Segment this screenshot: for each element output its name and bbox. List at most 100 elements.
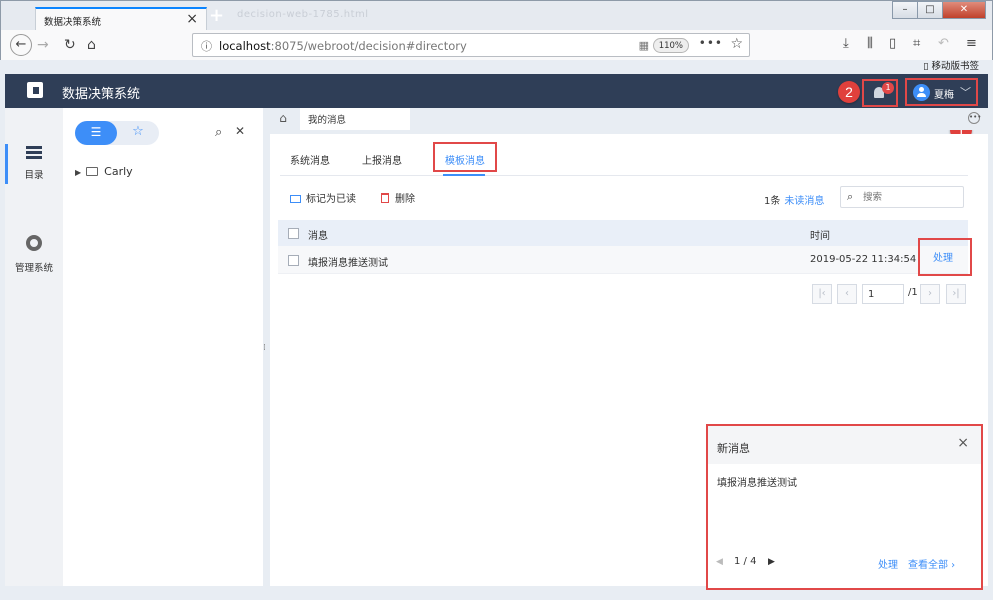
next-message-icon[interactable]: ▶ xyxy=(768,557,775,567)
browser-titlebar: 数据决策系统 × + decision-web-1785.html – □ ✕ xyxy=(0,0,993,31)
popup-process-link[interactable]: 处理 xyxy=(878,556,898,571)
close-window-button[interactable]: ✕ xyxy=(942,1,986,19)
folder-icon xyxy=(86,167,99,176)
tab-report-messages[interactable]: 上报消息 xyxy=(362,152,402,167)
envelope-icon xyxy=(290,195,301,203)
delete-label: 删除 xyxy=(395,194,415,205)
prev-message-icon[interactable]: ◀ xyxy=(716,557,723,567)
mobile-bookmarks[interactable]: ▯ 移动版书签 xyxy=(923,58,979,72)
home-tab-icon[interactable]: ⌂ xyxy=(270,108,296,130)
favorites-star-icon[interactable]: ☆ xyxy=(117,121,159,145)
notification-button[interactable]: 1 xyxy=(862,79,898,107)
popup-title: 新消息 xyxy=(717,442,750,455)
home-icon[interactable]: ⌂ xyxy=(87,34,96,56)
browser-navbar: ← → ↻ ⌂ ⓘ localhost:8075/webroot/decisio… xyxy=(0,30,993,60)
page-total: /1 xyxy=(908,287,918,298)
view-all-link[interactable]: 查看全部 › xyxy=(908,556,955,571)
column-header-time: 时间 xyxy=(810,231,830,242)
table-row[interactable]: 填报消息推送测试 2019-05-22 11:34:54 处理 xyxy=(278,238,972,276)
mobile-bookmarks-label: 移动版书签 xyxy=(931,61,979,72)
page-number-input[interactable] xyxy=(862,284,904,304)
search-icon[interactable]: ⌕ xyxy=(215,125,222,140)
view-toggle: ☰ ☆ xyxy=(75,121,159,145)
tab-template-messages[interactable]: 模板消息 xyxy=(445,152,485,167)
url-bar[interactable]: ⓘ localhost:8075/webroot/decision#direct… xyxy=(192,33,750,57)
trash-icon xyxy=(381,193,389,203)
select-all-checkbox[interactable] xyxy=(288,228,299,239)
tab-system-messages[interactable]: 系统消息 xyxy=(290,152,330,167)
minimize-button[interactable]: – xyxy=(892,1,918,19)
more-tabs-icon[interactable]: ••• xyxy=(968,112,981,124)
unread-messages-link[interactable]: 未读消息 xyxy=(784,196,824,207)
table-header: 消息 时间 xyxy=(278,220,968,246)
last-page-button[interactable]: ›| xyxy=(946,284,966,304)
url-path: :8075/webroot/decision#directory xyxy=(270,39,467,53)
screenshot-icon[interactable]: ⌗ xyxy=(913,36,920,51)
process-highlight: 处理 xyxy=(918,238,972,276)
mark-read-label: 标记为已读 xyxy=(306,194,356,205)
popup-footer: ◀ 1 / 4 ▶ 处理 查看全部 › xyxy=(708,554,981,574)
rail-item-label: 管理系统 xyxy=(14,263,53,274)
close-icon[interactable]: × xyxy=(957,435,969,451)
panel-resize-handle[interactable]: ⁞ xyxy=(263,343,266,353)
list-view-button[interactable]: ☰ xyxy=(75,121,117,145)
page-actions-icon[interactable]: ••• xyxy=(699,36,723,50)
pin-icon[interactable]: ✕ xyxy=(235,124,245,138)
message-tabs: 系统消息 上报消息 模板消息 xyxy=(280,142,968,176)
back-icon[interactable]: ← xyxy=(10,34,32,56)
zoom-level[interactable]: 110% xyxy=(652,38,689,53)
browser-tab-title: 数据决策系统 xyxy=(44,17,102,28)
new-message-popup: 新消息 × 填报消息推送测试 ◀ 1 / 4 ▶ 处理 查看全部 › xyxy=(706,424,983,590)
undo-icon[interactable]: ↶ xyxy=(938,36,949,51)
library-icon[interactable]: ⫼ xyxy=(867,36,873,51)
download-icon[interactable]: ⤓ xyxy=(843,36,849,51)
rail-item-label: 目录 xyxy=(24,170,44,181)
tree-node[interactable]: ▶ Carly xyxy=(75,165,133,178)
maximize-button[interactable]: □ xyxy=(917,1,943,19)
search-icon: ⌕ xyxy=(847,190,854,203)
url-text[interactable]: localhost:8075/webroot/decision#director… xyxy=(219,39,467,53)
app-title: 数据决策系统 xyxy=(62,87,141,102)
rail-item-directory[interactable]: 目录 xyxy=(5,146,63,181)
reload-icon[interactable]: ↻ xyxy=(64,34,76,56)
row-time: 2019-05-22 11:34:54 xyxy=(810,254,917,265)
next-page-button[interactable]: › xyxy=(920,284,940,304)
phone-icon: ▯ xyxy=(923,61,929,72)
process-link[interactable]: 处理 xyxy=(933,249,953,264)
window-controls: – □ ✕ xyxy=(892,1,986,21)
active-tab-underline xyxy=(443,174,485,176)
browser-tab[interactable]: 数据决策系统 × xyxy=(35,7,207,31)
unread-summary: 1条 未读消息 xyxy=(764,192,824,207)
first-page-button[interactable]: |‹ xyxy=(812,284,832,304)
content-tabstrip: ⌂ 我的消息 ••• xyxy=(270,108,988,130)
row-checkbox[interactable] xyxy=(288,255,299,266)
bookmark-star-icon[interactable]: ☆ xyxy=(730,36,743,52)
user-menu[interactable]: 夏梅 ﹀ xyxy=(905,78,978,106)
search-box[interactable]: ⌕ xyxy=(840,186,964,208)
avatar xyxy=(913,84,930,101)
new-tab-button[interactable]: + xyxy=(209,5,224,26)
forward-icon[interactable]: → xyxy=(37,34,49,56)
search-input[interactable] xyxy=(863,189,959,205)
ghost-tab-title: decision-web-1785.html xyxy=(237,9,369,20)
directory-panel: ☰ ☆ ⌕ ✕ ▶ Carly xyxy=(63,108,263,586)
delete-button[interactable]: 删除 xyxy=(381,190,415,205)
messages-table: 消息 时间 填报消息推送测试 2019-05-22 11:34:54 处理 xyxy=(278,220,972,276)
info-icon[interactable]: ⓘ xyxy=(201,38,212,54)
close-tab-icon[interactable]: × xyxy=(186,11,198,27)
tree-node-label: Carly xyxy=(104,165,133,178)
expand-arrow-icon[interactable]: ▶ xyxy=(75,168,81,177)
prev-page-button[interactable]: ‹ xyxy=(837,284,857,304)
menu-icon[interactable]: ≡ xyxy=(966,36,977,51)
column-header-message: 消息 xyxy=(308,231,328,242)
tab-my-messages[interactable]: 我的消息 xyxy=(300,108,410,130)
callout-2: 2 xyxy=(838,81,860,103)
popup-message[interactable]: 填报消息推送测试 xyxy=(717,474,797,489)
rail-item-management[interactable]: 管理系统 xyxy=(5,235,63,274)
popup-header: 新消息 × xyxy=(708,426,981,464)
chevron-down-icon: ﹀ xyxy=(960,86,971,99)
app-logo-icon xyxy=(27,82,43,98)
sidebar-toggle-icon[interactable]: ▯ xyxy=(889,36,896,51)
qr-code-icon[interactable]: ▦ xyxy=(639,39,649,52)
mark-read-button[interactable]: 标记为已读 xyxy=(290,190,356,205)
